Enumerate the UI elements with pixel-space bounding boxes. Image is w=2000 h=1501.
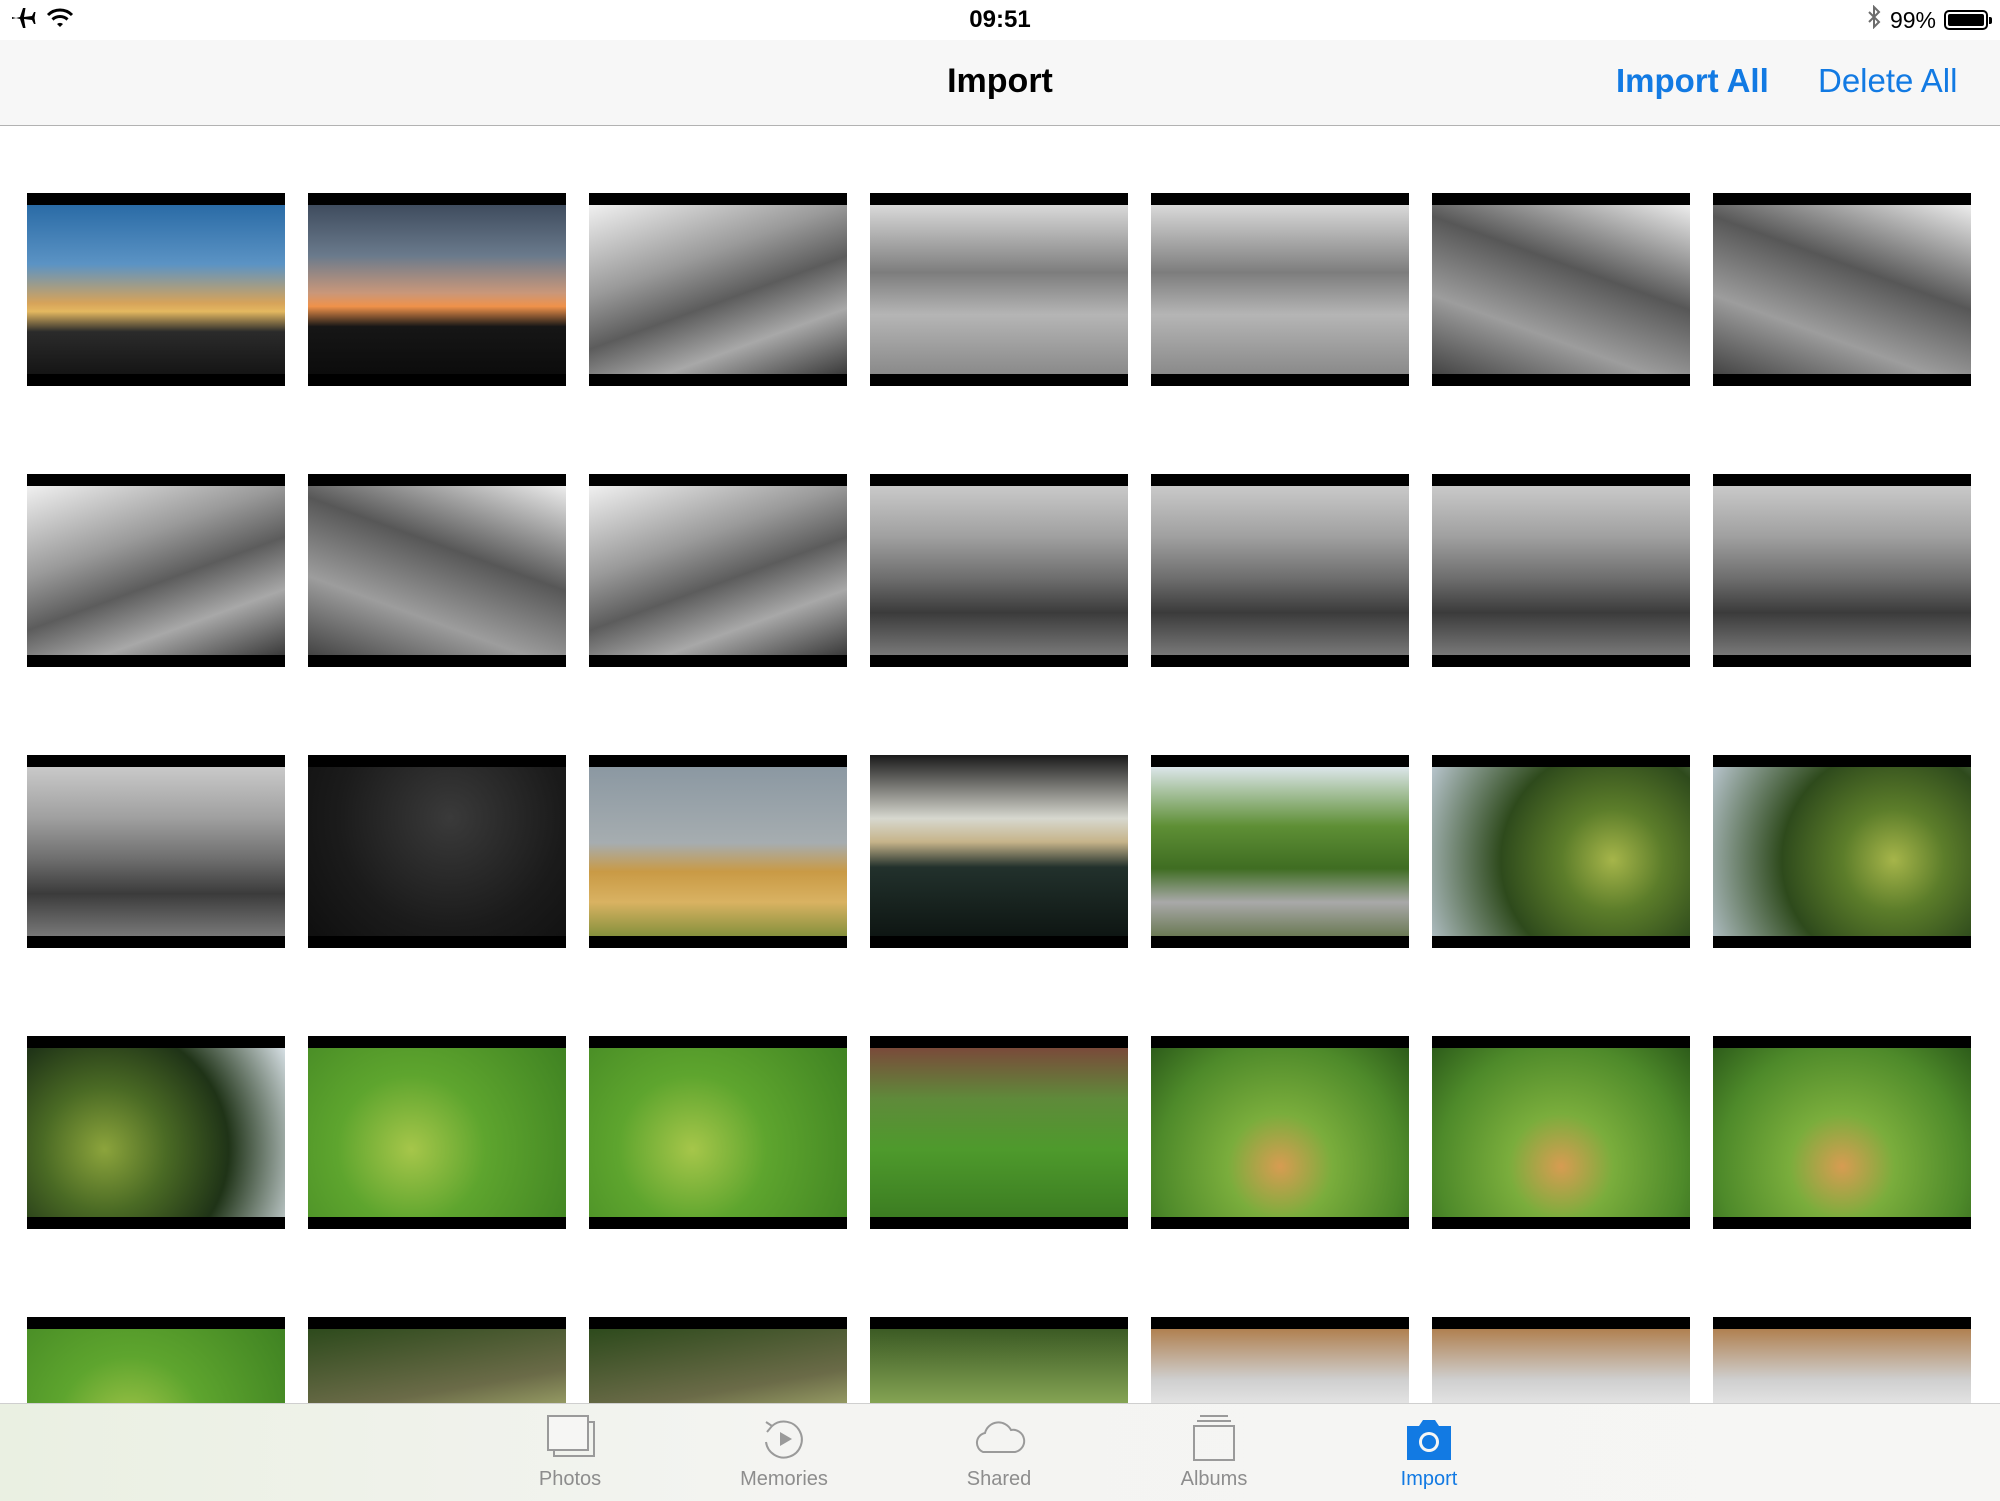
photo-thumbnail[interactable]: [27, 1036, 285, 1229]
albums-icon: [1193, 1415, 1235, 1461]
photo-image: [589, 205, 847, 374]
photo-image: [1432, 205, 1690, 374]
photo-thumbnail[interactable]: [1432, 755, 1690, 948]
tab-import[interactable]: Import: [1369, 1412, 1489, 1497]
photo-thumbnail[interactable]: [1151, 193, 1409, 386]
photo-image: [1432, 486, 1690, 655]
status-bar: 09:51 99%: [0, 0, 2000, 40]
photo-thumbnail[interactable]: [1713, 1036, 1971, 1229]
photo-image: [1151, 205, 1409, 374]
photo-thumbnail[interactable]: [27, 755, 285, 948]
photo-thumbnail[interactable]: [1713, 1317, 1971, 1403]
photo-image: [308, 486, 566, 655]
photo-thumbnail[interactable]: [27, 1317, 285, 1403]
photo-thumbnail[interactable]: [1432, 474, 1690, 667]
photo-thumbnail[interactable]: [1432, 1317, 1690, 1403]
navigation-bar: Import Import All Delete All: [0, 40, 2000, 126]
photo-image: [870, 486, 1128, 655]
tab-photos[interactable]: Photos: [510, 1412, 630, 1497]
battery-icon: [1944, 10, 1992, 30]
photo-thumbnail[interactable]: [589, 193, 847, 386]
tab-memories[interactable]: Memories: [724, 1412, 844, 1497]
photo-thumbnail[interactable]: [27, 193, 285, 386]
photo-image: [1151, 767, 1409, 936]
photo-image: [308, 767, 566, 936]
photo-image: [1713, 486, 1971, 655]
tab-bar: Photos Memories Shared Albums Import: [0, 1403, 2000, 1501]
photo-image: [1151, 1329, 1409, 1403]
photo-thumbnail[interactable]: [870, 474, 1128, 667]
photo-image: [27, 205, 285, 374]
photo-thumbnail[interactable]: [308, 1036, 566, 1229]
tab-albums-label: Albums: [1180, 1468, 1248, 1490]
photo-thumbnail[interactable]: [308, 1317, 566, 1403]
photo-image: [1432, 1329, 1690, 1403]
tab-shared[interactable]: Shared: [939, 1412, 1059, 1497]
bluetooth-icon: [1866, 4, 1882, 35]
photo-image: [308, 1329, 566, 1403]
photo-thumbnail[interactable]: [1713, 193, 1971, 386]
photo-thumbnail[interactable]: [589, 1036, 847, 1229]
photo-image: [589, 486, 847, 655]
photo-image: [589, 1048, 847, 1217]
photo-grid: [27, 193, 1973, 1403]
photo-image: [1432, 767, 1690, 936]
cloud-icon: [975, 1421, 1026, 1453]
photo-thumbnail[interactable]: [27, 474, 285, 667]
photo-thumbnail[interactable]: [308, 755, 566, 948]
photo-image: [1713, 205, 1971, 374]
photo-image: [870, 1329, 1128, 1403]
photo-image: [1432, 1048, 1690, 1217]
photo-thumbnail[interactable]: [589, 1317, 847, 1403]
import-all-button[interactable]: Import All: [1616, 62, 1769, 100]
photo-image: [1151, 1048, 1409, 1217]
photo-thumbnail[interactable]: [1432, 1036, 1690, 1229]
photo-image: [870, 1048, 1128, 1217]
status-right: 99%: [1866, 4, 1992, 35]
status-time: 09:51: [969, 6, 1031, 33]
tab-import-label: Import: [1400, 1468, 1458, 1490]
photo-image: [1713, 1329, 1971, 1403]
photo-image: [1151, 486, 1409, 655]
battery-percentage: 99%: [1889, 6, 1936, 33]
photo-image: [589, 1329, 847, 1403]
photo-thumbnail[interactable]: [870, 1036, 1128, 1229]
delete-all-button[interactable]: Delete All: [1818, 62, 1957, 100]
photo-image: [308, 1048, 566, 1217]
camera-icon: [1407, 1420, 1451, 1460]
photo-image: [1713, 767, 1971, 936]
photo-image: [1713, 1048, 1971, 1217]
memories-icon: [765, 1420, 803, 1459]
photo-thumbnail[interactable]: [1151, 1317, 1409, 1403]
tab-albums[interactable]: Albums: [1154, 1412, 1274, 1497]
photo-thumbnail[interactable]: [308, 474, 566, 667]
tab-shared-label: Shared: [966, 1468, 1032, 1490]
photo-image: [589, 767, 847, 936]
photo-image: [308, 205, 566, 374]
photo-thumbnail[interactable]: [308, 193, 566, 386]
photo-image: [27, 767, 285, 936]
photo-thumbnail[interactable]: [1151, 755, 1409, 948]
photos-icon: [547, 1415, 595, 1457]
photo-image: [870, 755, 1128, 936]
photo-image: [27, 1048, 285, 1217]
photo-thumbnail[interactable]: [870, 755, 1128, 948]
photo-thumbnail[interactable]: [1151, 1036, 1409, 1229]
photo-image: [870, 205, 1128, 374]
photo-thumbnail[interactable]: [1151, 474, 1409, 667]
photo-image: [27, 486, 285, 655]
photo-thumbnail[interactable]: [589, 755, 847, 948]
photo-thumbnail[interactable]: [589, 474, 847, 667]
photo-thumbnail[interactable]: [870, 1317, 1128, 1403]
photo-thumbnail[interactable]: [870, 193, 1128, 386]
photo-thumbnail[interactable]: [1713, 755, 1971, 948]
photo-thumbnail[interactable]: [1432, 193, 1690, 386]
photo-image: [27, 1329, 285, 1403]
photo-thumbnail[interactable]: [1713, 474, 1971, 667]
tab-memories-label: Memories: [740, 1468, 828, 1490]
tab-photos-label: Photos: [538, 1468, 602, 1490]
